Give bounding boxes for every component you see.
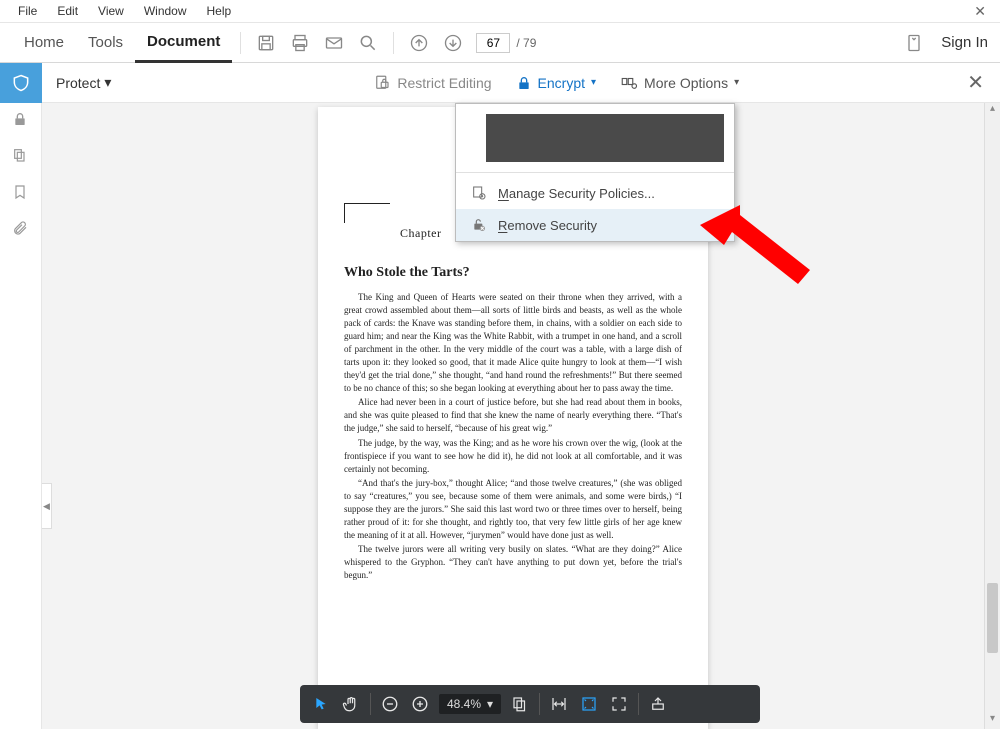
menu-edit[interactable]: Edit xyxy=(47,2,88,20)
signin-device-icon[interactable] xyxy=(903,32,925,54)
scroll-up-icon[interactable]: ▴ xyxy=(985,103,1000,119)
protect-dropdown[interactable]: Protect ▾ xyxy=(42,74,125,91)
zoom-level-select[interactable]: 48.4% ▾ xyxy=(439,694,501,714)
sign-in-link[interactable]: Sign In xyxy=(941,34,988,51)
protect-shield-icon[interactable] xyxy=(0,63,42,103)
scroll-down-icon[interactable]: ▾ xyxy=(985,713,1000,729)
chapter-title: Who Stole the Tarts? xyxy=(344,265,682,281)
zoom-value: 48.4% xyxy=(447,697,481,711)
protect-toolbar: Protect ▾ Restrict Editing Encrypt ▾ Mor… xyxy=(0,63,1000,103)
left-rail xyxy=(0,103,42,729)
hand-pan-icon[interactable] xyxy=(340,693,362,715)
encrypt-label: Encrypt xyxy=(538,75,585,91)
lock-icon xyxy=(516,75,532,91)
lock-icon[interactable] xyxy=(12,111,30,129)
more-options-label: More Options xyxy=(644,75,728,91)
zoom-out-icon[interactable] xyxy=(379,693,401,715)
thumbnails-icon[interactable] xyxy=(12,147,30,165)
restrict-editing-button[interactable]: Restrict Editing xyxy=(365,70,499,96)
main-toolbar: Home Tools Document / 79 Sign In xyxy=(0,23,1000,63)
print-icon[interactable] xyxy=(289,32,311,54)
protect-label: Protect xyxy=(56,75,100,91)
menu-view[interactable]: View xyxy=(88,2,134,20)
mail-icon[interactable] xyxy=(323,32,345,54)
search-icon[interactable] xyxy=(357,32,379,54)
close-panel-icon[interactable]: ✕ xyxy=(951,70,1000,95)
manage-security-policies-item[interactable]: Manage Security Policies... xyxy=(456,177,734,209)
body-paragraph: The King and Queen of Hearts were seated… xyxy=(344,291,682,395)
unlock-icon xyxy=(470,216,488,234)
body-paragraph: The twelve jurors were all writing very … xyxy=(344,543,682,582)
menu-window[interactable]: Window xyxy=(134,2,197,20)
body-paragraph: “And that's the jury-box,” thought Alice… xyxy=(344,477,682,542)
policy-icon xyxy=(470,184,488,202)
collapse-handle-icon[interactable]: ◀ xyxy=(42,483,52,529)
restrict-icon xyxy=(373,74,391,92)
page-up-icon[interactable] xyxy=(408,32,430,54)
save-icon[interactable] xyxy=(255,32,277,54)
caret-down-icon: ▾ xyxy=(591,77,596,88)
caret-down-icon: ▾ xyxy=(487,697,493,711)
scrollbar-thumb[interactable] xyxy=(987,583,998,653)
zoom-in-icon[interactable] xyxy=(409,693,431,715)
fit-visible-icon[interactable] xyxy=(578,693,600,715)
fit-width-icon[interactable] xyxy=(548,693,570,715)
tab-document[interactable]: Document xyxy=(135,23,232,63)
menu-help[interactable]: Help xyxy=(197,2,242,20)
tab-home[interactable]: Home xyxy=(12,23,76,63)
view-controls-bar: 48.4% ▾ xyxy=(300,685,760,723)
page-total: / 79 xyxy=(516,36,536,50)
annotation-arrow-icon xyxy=(700,200,820,310)
more-options-icon xyxy=(620,74,638,92)
caret-down-icon: ▾ xyxy=(734,77,739,88)
menubar: File Edit View Window Help ✕ xyxy=(0,0,1000,23)
menu-item-label: Remove Security xyxy=(498,218,597,233)
window-close-icon[interactable]: ✕ xyxy=(968,3,992,20)
dropdown-redacted-area xyxy=(486,114,724,162)
bookmark-icon[interactable] xyxy=(12,183,30,201)
tab-tools[interactable]: Tools xyxy=(76,23,135,63)
encrypt-button[interactable]: Encrypt ▾ xyxy=(508,71,605,95)
remove-security-item[interactable]: Remove Security xyxy=(456,209,734,241)
body-paragraph: Alice had never been in a court of justi… xyxy=(344,396,682,435)
caret-down-icon: ▾ xyxy=(104,74,111,91)
chapter-prefix: Chapter xyxy=(400,226,442,241)
vertical-scrollbar[interactable]: ▴ ▾ xyxy=(984,103,1000,729)
fullscreen-icon[interactable] xyxy=(608,693,630,715)
restrict-label: Restrict Editing xyxy=(397,75,491,91)
page-down-icon[interactable] xyxy=(442,32,464,54)
menu-item-label: Manage Security Policies... xyxy=(498,186,655,201)
fit-page-icon[interactable] xyxy=(509,693,531,715)
page-number-input[interactable] xyxy=(476,33,510,53)
attachment-icon[interactable] xyxy=(12,219,30,237)
more-options-button[interactable]: More Options ▾ xyxy=(612,70,747,96)
encrypt-dropdown-menu: Manage Security Policies... Remove Secur… xyxy=(455,103,735,242)
read-mode-icon[interactable] xyxy=(647,693,669,715)
selection-cursor-icon[interactable] xyxy=(310,693,332,715)
menu-file[interactable]: File xyxy=(8,2,47,20)
body-paragraph: The judge, by the way, was the King; and… xyxy=(344,437,682,476)
